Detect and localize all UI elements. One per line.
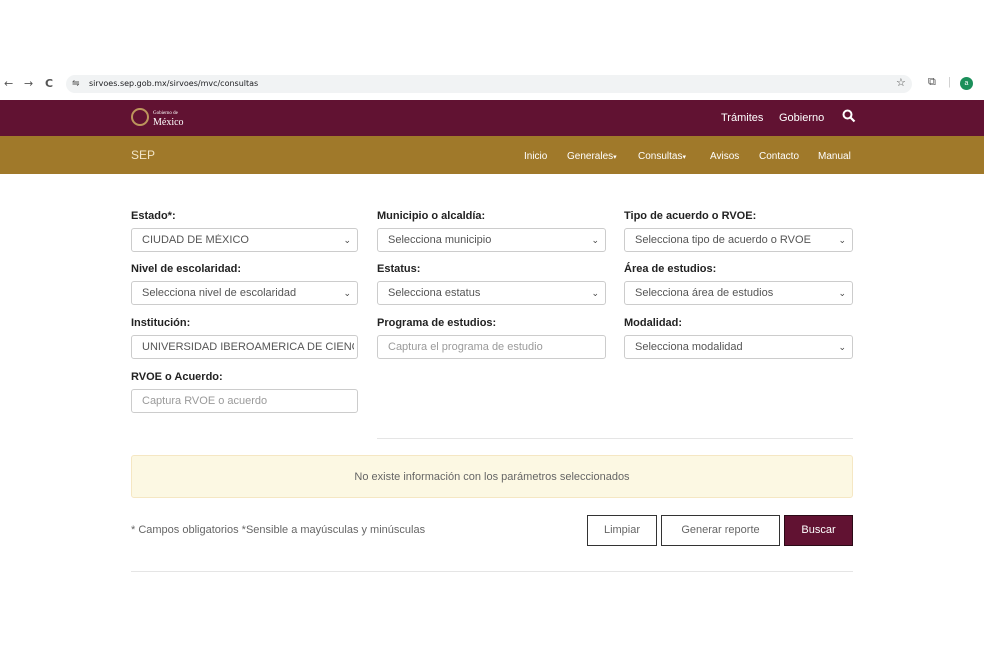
nav-contacto[interactable]: Contacto — [759, 151, 799, 162]
municipio-label: Municipio o alcaldía: — [377, 210, 486, 222]
alert-text: No existe información con los parámetros… — [354, 471, 630, 483]
nav-inicio[interactable]: Inicio — [524, 151, 547, 162]
sep-navbar: SEP Inicio Generales▾ Consultas▾ Avisos … — [0, 136, 984, 174]
back-icon[interactable]: ← — [4, 77, 13, 91]
area-select[interactable]: Selecciona área de estudios ⌄ — [624, 281, 853, 305]
generar-reporte-button[interactable]: Generar reporte — [661, 515, 780, 546]
estatus-select[interactable]: Selecciona estatus ⌄ — [377, 281, 606, 305]
chevron-down-icon: ⌄ — [343, 235, 351, 245]
nav-consultas[interactable]: Consultas▾ — [638, 151, 686, 162]
nivel-select[interactable]: Selecciona nivel de escolaridad ⌄ — [131, 281, 358, 305]
tipo-acuerdo-label: Tipo de acuerdo o RVOE: — [624, 210, 757, 222]
area-label: Área de estudios: — [624, 263, 717, 275]
sep-brand[interactable]: SEP — [131, 148, 155, 162]
no-results-alert: No existe información con los parámetros… — [131, 455, 853, 498]
chevron-down-icon: ⌄ — [591, 288, 599, 298]
programa-label: Programa de estudios: — [377, 317, 497, 329]
nav-manual[interactable]: Manual — [818, 151, 851, 162]
chevron-down-icon: ⌄ — [838, 342, 846, 352]
modalidad-label: Modalidad: — [624, 317, 683, 329]
footer-divider — [131, 571, 853, 572]
modalidad-select[interactable]: Selecciona modalidad ⌄ — [624, 335, 853, 359]
nav-generales[interactable]: Generales▾ — [567, 151, 617, 162]
logo-main-text: México — [153, 117, 184, 128]
chevron-down-icon: ⌄ — [343, 288, 351, 298]
nivel-label: Nivel de escolaridad: — [131, 263, 242, 275]
institucion-input[interactable]: UNIVERSIDAD IBEROAMERICA DE CIENCI — [131, 335, 358, 359]
toolbar-divider: | — [948, 76, 951, 88]
limpiar-button[interactable]: Limpiar — [587, 515, 657, 546]
municipio-select[interactable]: Selecciona municipio ⌄ — [377, 228, 606, 252]
required-fields-note: * Campos obligatorios *Sensible a mayúsc… — [131, 524, 426, 536]
nav-avisos[interactable]: Avisos — [710, 151, 739, 162]
chevron-down-icon: ⌄ — [838, 235, 846, 245]
bookmark-star-icon[interactable]: ☆ — [896, 76, 906, 89]
extensions-icon[interactable]: ⧉ — [928, 76, 936, 89]
chevron-down-icon: ⌄ — [591, 235, 599, 245]
programa-input[interactable]: Captura el programa de estudio — [377, 335, 606, 359]
search-icon[interactable] — [842, 109, 856, 123]
profile-avatar[interactable]: a — [960, 77, 973, 90]
section-divider — [377, 438, 853, 439]
caret-down-icon: ▾ — [682, 154, 686, 161]
estado-label: Estado*: — [131, 210, 176, 222]
tipo-acuerdo-select[interactable]: Selecciona tipo de acuerdo o RVOE ⌄ — [624, 228, 853, 252]
estado-select[interactable]: CIUDAD DE MÉXICO ⌄ — [131, 228, 358, 252]
institucion-label: Institución: — [131, 317, 191, 329]
chevron-down-icon: ⌄ — [838, 288, 846, 298]
link-gobierno[interactable]: Gobierno — [779, 112, 824, 124]
address-bar[interactable]: ⇋ sirvoes.sep.gob.mx/sirvoes/mvc/consult… — [66, 75, 912, 93]
estatus-label: Estatus: — [377, 263, 421, 275]
government-header: Gobierno de México Trámites Gobierno — [0, 100, 984, 136]
forward-icon[interactable]: → — [24, 77, 33, 91]
rvoe-input[interactable]: Captura RVOE o acuerdo — [131, 389, 358, 413]
caret-down-icon: ▾ — [613, 154, 617, 161]
url-text[interactable]: sirvoes.sep.gob.mx/sirvoes/mvc/consultas — [89, 79, 258, 88]
buscar-button[interactable]: Buscar — [784, 515, 853, 546]
browser-toolbar: ← → C ⇋ sirvoes.sep.gob.mx/sirvoes/mvc/c… — [0, 73, 984, 95]
seal-icon — [131, 108, 149, 126]
link-tramites[interactable]: Trámites — [721, 112, 763, 124]
rvoe-label: RVOE o Acuerdo: — [131, 371, 223, 383]
gobierno-de-mexico-logo[interactable]: Gobierno de México — [131, 108, 184, 128]
site-info-icon[interactable]: ⇋ — [72, 78, 80, 89]
reload-icon[interactable]: C — [45, 77, 53, 91]
